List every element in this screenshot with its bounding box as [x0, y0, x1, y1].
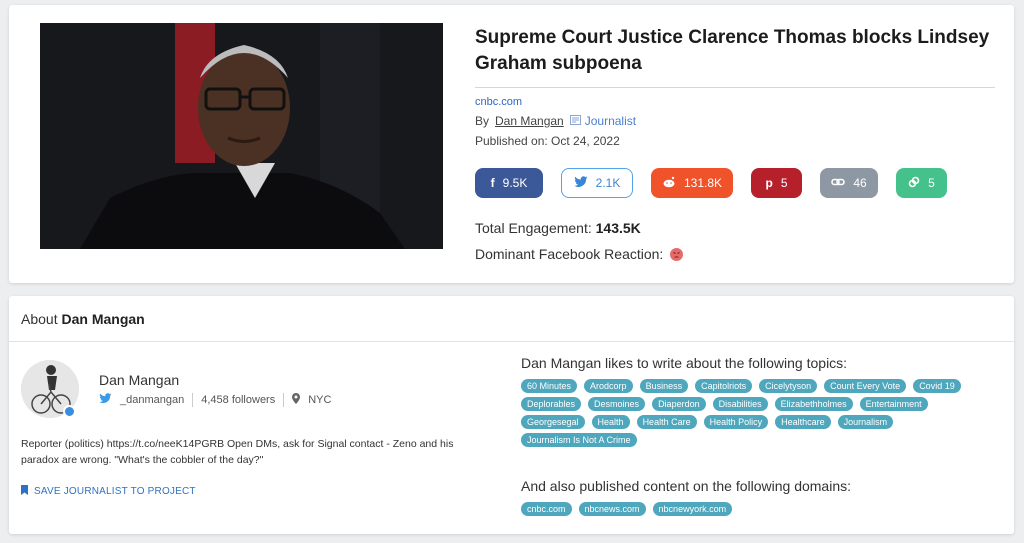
facebook-share-button[interactable]: f 9.5K — [475, 168, 543, 198]
topic-tag[interactable]: Disabilities — [712, 397, 768, 411]
topic-tag[interactable]: Covid 19 — [913, 379, 961, 393]
newspaper-icon — [569, 114, 581, 128]
author-link[interactable]: Dan Mangan — [495, 114, 564, 128]
links-count: 46 — [853, 176, 867, 190]
byline: By Dan Mangan Journalist — [475, 114, 636, 128]
about-name: Dan Mangan — [61, 311, 145, 327]
author-role-label: Journalist — [584, 114, 637, 128]
pinterest-count: 5 — [780, 176, 788, 190]
twitter-icon — [573, 175, 588, 191]
save-journalist-label: SAVE JOURNALIST TO PROJECT — [34, 486, 196, 497]
angry-face-icon — [670, 247, 684, 261]
domain-tags: cnbc.com nbcnews.com nbcnewyork.com — [521, 502, 733, 516]
pinterest-icon: p — [765, 176, 773, 190]
engagement-value: 143.5K — [595, 220, 641, 236]
topic-tag[interactable]: Count Every Vote — [824, 379, 907, 393]
divider — [192, 393, 194, 407]
facebook-icon: f — [490, 176, 495, 190]
domains-title: And also published content on the follow… — [521, 478, 851, 494]
profile-meta: _danmangan 4,458 followers NYC — [99, 393, 331, 407]
reddit-icon — [662, 176, 676, 191]
article-image — [40, 23, 443, 249]
article-headline[interactable]: Supreme Court Justice Clarence Thomas bl… — [475, 25, 995, 77]
topic-tag[interactable]: Healthcare — [775, 415, 831, 429]
source-link[interactable]: cnbc.com — [475, 96, 522, 108]
profile-name: Dan Mangan — [99, 372, 180, 388]
domain-tag[interactable]: nbcnews.com — [578, 502, 646, 516]
topics-title: Dan Mangan likes to write about the foll… — [521, 355, 848, 371]
location: NYC — [308, 394, 332, 406]
topic-tag[interactable]: Cicelytyson — [759, 379, 818, 393]
twitter-icon — [99, 393, 112, 407]
divider — [283, 393, 285, 407]
topic-tag[interactable]: Diaperdon — [652, 397, 706, 411]
domain-tag[interactable]: cnbc.com — [521, 502, 572, 516]
reddit-count: 131.8K — [683, 176, 723, 190]
reddit-share-button[interactable]: 131.8K — [651, 168, 733, 198]
topic-tag[interactable]: Capitolriots — [695, 379, 753, 393]
topic-tag[interactable]: Health Policy — [703, 415, 769, 429]
links-share-button[interactable]: 46 — [820, 168, 878, 198]
other-share-button[interactable]: 5 — [896, 168, 947, 198]
author-role: Journalist — [569, 114, 637, 128]
dominant-reaction: Dominant Facebook Reaction: — [475, 246, 684, 262]
twitter-share-button[interactable]: 2.1K — [561, 168, 633, 198]
topic-tag[interactable]: Entertainment — [859, 397, 928, 411]
topic-tags: 60 Minutes Arodcorp Business Capitolriots Ci… — [521, 379, 996, 447]
twitter-handle[interactable]: _danmangan — [120, 394, 184, 406]
article-card: Supreme Court Justice Clarence Thomas bl… — [9, 5, 1014, 283]
topic-tag[interactable]: Business — [639, 379, 689, 393]
save-journalist-button[interactable]: SAVE JOURNALIST TO PROJECT — [21, 485, 196, 498]
followers-count: 4,458 followers — [201, 394, 276, 406]
reaction-label: Dominant Facebook Reaction: — [475, 246, 664, 262]
twitter-count: 2.1K — [595, 176, 621, 190]
share-counts: f 9.5K 2.1K 131.8K p 5 46 5 — [475, 168, 947, 198]
journalist-bio: Reporter (politics) https://t.co/neeK14P… — [21, 438, 454, 466]
verified-badge-icon — [63, 405, 76, 418]
bookmark-icon — [21, 485, 28, 498]
about-journalist-card: About Dan Mangan Dan Mangan _danmangan 4… — [9, 296, 1014, 534]
total-engagement: Total Engagement: 143.5K — [475, 220, 641, 236]
other-count: 5 — [928, 176, 935, 190]
topic-tag[interactable]: Arodcorp — [584, 379, 633, 393]
topic-tag[interactable]: Desmoines — [588, 397, 646, 411]
about-prefix: About — [21, 311, 58, 327]
topic-tag[interactable]: Journalism — [837, 415, 894, 429]
topic-tag[interactable]: Elizabethholmes — [774, 397, 853, 411]
topic-tag[interactable]: Journalism Is Not A Crime — [521, 433, 637, 447]
topic-tag[interactable]: Health Care — [636, 415, 697, 429]
chain-icon — [908, 176, 920, 191]
divider — [475, 87, 995, 88]
published-date: Published on: Oct 24, 2022 — [475, 134, 620, 148]
topic-tag[interactable]: Deplorables — [521, 397, 582, 411]
link-icon — [831, 176, 846, 190]
about-header: About Dan Mangan — [9, 296, 1014, 342]
topic-tag[interactable]: 60 Minutes — [521, 379, 578, 393]
facebook-count: 9.5K — [502, 176, 528, 190]
by-prefix: By — [475, 114, 490, 128]
pinterest-share-button[interactable]: p 5 — [751, 168, 802, 198]
domain-tag[interactable]: nbcnewyork.com — [652, 502, 733, 516]
topic-tag[interactable]: Health — [591, 415, 630, 429]
location-pin-icon — [292, 393, 301, 407]
topic-tag[interactable]: Georgesegal — [521, 415, 585, 429]
engagement-label: Total Engagement: — [475, 220, 592, 236]
